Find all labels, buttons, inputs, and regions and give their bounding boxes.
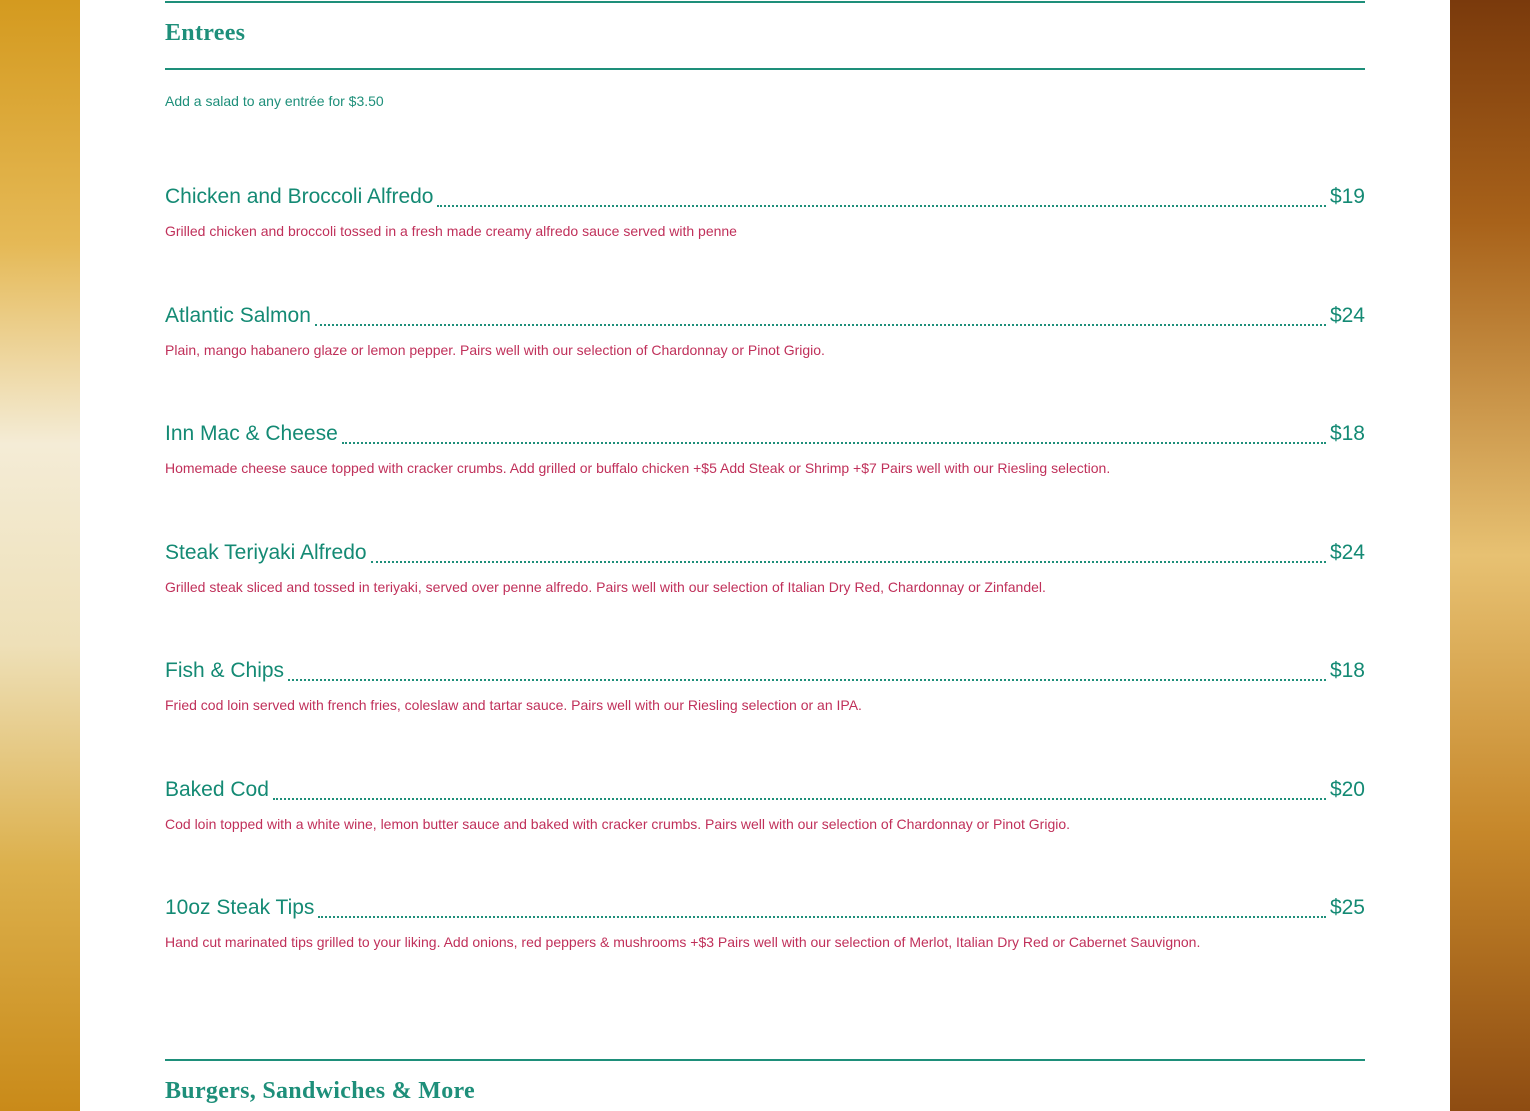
background-left xyxy=(0,0,80,1111)
menu-item: 10oz Steak Tips $25 Hand cut marinated t… xyxy=(165,896,1365,950)
menu-item-description: Plain, mango habanero glaze or lemon pep… xyxy=(165,342,825,358)
menu-item-name: Chicken and Broccoli Alfredo xyxy=(165,185,434,208)
menu-item-name: Inn Mac & Cheese xyxy=(165,422,338,445)
menu-item-description: Grilled steak sliced and tossed in teriy… xyxy=(165,579,1046,595)
menu-item-description: Homemade cheese sauce topped with cracke… xyxy=(165,460,1111,476)
dot-leader xyxy=(272,798,1326,800)
menu-item: Inn Mac & Cheese $18 Homemade cheese sau… xyxy=(165,422,1365,476)
section-title-divider xyxy=(165,68,1365,70)
menu-item-name: 10oz Steak Tips xyxy=(165,896,315,919)
dot-leader xyxy=(370,561,1326,563)
menu-item: Fish & Chips $18 Fried cod loin served w… xyxy=(165,659,1365,713)
dot-leader xyxy=(437,205,1326,207)
menu-item-name: Baked Cod xyxy=(165,778,269,801)
menu-item: Chicken and Broccoli Alfredo $19 Grilled… xyxy=(165,185,1365,239)
menu-item-price: $25 xyxy=(1329,896,1365,919)
menu-item-name: Steak Teriyaki Alfredo xyxy=(165,541,367,564)
menu-item: Baked Cod $20 Cod loin topped with a whi… xyxy=(165,778,1365,832)
menu-item-price: $18 xyxy=(1329,422,1365,445)
salad-note: Add a salad to any entrée for $3.50 xyxy=(165,93,384,109)
menu-item-name: Fish & Chips xyxy=(165,659,285,682)
section-divider-burgers xyxy=(165,1059,1365,1061)
dot-leader xyxy=(318,916,1326,918)
menu-item-description: Fried cod loin served with french fries,… xyxy=(165,697,862,713)
menu-item-price: $20 xyxy=(1329,778,1365,801)
dot-leader xyxy=(288,679,1326,681)
background-right xyxy=(1450,0,1530,1111)
section-title-burgers: Burgers, Sandwiches & More xyxy=(165,1078,476,1104)
menu-item: Steak Teriyaki Alfredo $24 Grilled steak… xyxy=(165,541,1365,595)
menu-item-price: $19 xyxy=(1329,185,1365,208)
dot-leader xyxy=(314,324,1326,326)
menu-item-name: Atlantic Salmon xyxy=(165,304,311,327)
menu-item: Atlantic Salmon $24 Plain, mango habaner… xyxy=(165,304,1365,358)
menu-item-description: Hand cut marinated tips grilled to your … xyxy=(165,934,1201,950)
section-title-entrees: Entrees xyxy=(165,20,246,46)
dot-leader xyxy=(341,442,1326,444)
section-top-divider xyxy=(165,1,1365,3)
menu-item-price: $24 xyxy=(1329,304,1365,327)
menu-item-description: Cod loin topped with a white wine, lemon… xyxy=(165,816,1071,832)
menu-panel: Entrees Add a salad to any entrée for $3… xyxy=(80,0,1450,1111)
menu-item-price: $18 xyxy=(1329,659,1365,682)
menu-item-price: $24 xyxy=(1329,541,1365,564)
menu-item-description: Grilled chicken and broccoli tossed in a… xyxy=(165,223,737,239)
